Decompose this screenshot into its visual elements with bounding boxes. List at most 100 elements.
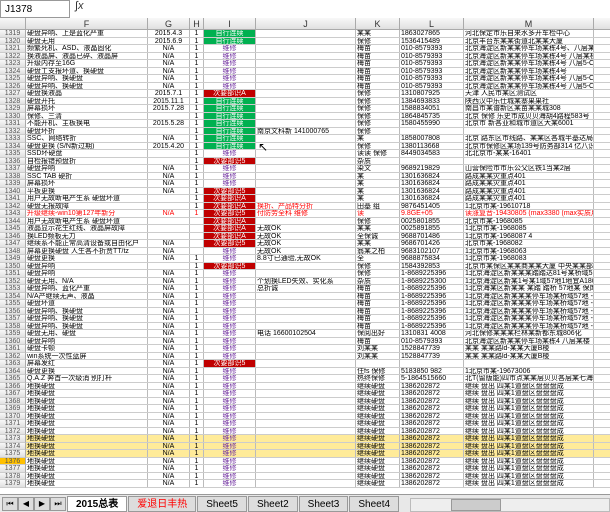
cell[interactable] (256, 360, 356, 367)
cell[interactable]: 升级内存至16G (26, 60, 148, 67)
cell[interactable]: 路成某某灾重点401 (464, 188, 594, 195)
cell[interactable]: 1310831 4008 (400, 330, 464, 337)
cell[interactable]: N/A产继续无声、液晶 (26, 293, 148, 300)
cell[interactable]: 维修 (204, 480, 256, 487)
cell[interactable]: 9.8GE+05 (400, 210, 464, 217)
cell[interactable]: 维修 (204, 345, 256, 352)
cell[interactable] (256, 180, 356, 187)
cell[interactable]: 硬盘异响、上是蓝化严重 (26, 30, 148, 37)
cell[interactable]: 梅苗 (356, 45, 400, 52)
cell[interactable]: N/A (148, 435, 190, 442)
cell[interactable]: 地换硬盘 (26, 458, 148, 465)
cell[interactable] (190, 248, 204, 255)
cell[interactable]: 继续 盘出 四某1道盘区盘盘盘成 (464, 450, 594, 457)
cell[interactable]: 换LED频板无力 (26, 233, 148, 240)
col-header-F[interactable]: F (26, 18, 148, 29)
cell[interactable]: 1北京市某-19673006 (464, 368, 594, 375)
cell[interactable] (256, 345, 356, 352)
cell[interactable]: 地换硬盘 (26, 390, 148, 397)
cell[interactable]: 维修 (204, 75, 256, 82)
cell[interactable] (256, 113, 356, 120)
cell[interactable]: 9686701426 (400, 240, 464, 247)
cell[interactable] (256, 135, 356, 142)
cell[interactable] (464, 158, 594, 165)
cell[interactable]: 1北京海淀区新某某某停车场某桥域57地 ---1至 (464, 308, 594, 315)
cell[interactable]: 010-8579393 (400, 68, 464, 75)
cell[interactable]: 继续 盘出 四某1道盘区盘盘盘成 (464, 398, 594, 405)
row-header[interactable]: 1365 (0, 375, 26, 383)
cell[interactable] (256, 38, 356, 45)
cell[interactable]: N/A (148, 53, 190, 60)
row-header[interactable]: 1366 (0, 383, 26, 391)
cell[interactable]: 硬盘坏道 (26, 300, 148, 307)
cell[interactable]: 无故OK (256, 240, 356, 247)
cell[interactable]: N/A (148, 210, 190, 217)
cell[interactable]: N/A (148, 270, 190, 277)
cell[interactable] (256, 60, 356, 67)
cell[interactable]: 地换硬盘 (26, 420, 148, 427)
cell[interactable]: 维修 (204, 383, 256, 390)
cell[interactable]: 次要部识5 (204, 158, 256, 165)
cell[interactable]: 2015.7.1 (148, 90, 190, 97)
cell[interactable]: 1 (190, 473, 204, 480)
cell[interactable] (190, 240, 204, 247)
cell[interactable]: 1北京市某-1968087 4 (464, 233, 594, 240)
cell[interactable]: 硬盘工支报坏道、换硬盘 (26, 68, 148, 75)
cell[interactable]: 1-8689225396 (400, 315, 464, 322)
cell[interactable]: 次要部识5 (204, 240, 256, 247)
cell[interactable]: N/A (148, 323, 190, 330)
cell[interactable]: 维修 (204, 368, 256, 375)
cell[interactable]: 硬盘异响、蓝化严重 (26, 285, 148, 292)
cell[interactable]: 硬盘无用、N/A (26, 278, 148, 285)
cell[interactable]: 个划换LED失效、实化系 (256, 278, 356, 285)
cell[interactable]: N/A (148, 285, 190, 292)
row-header[interactable]: 1361 (0, 345, 26, 353)
cell[interactable]: N/A (148, 360, 190, 367)
cell[interactable]: N/A (148, 458, 190, 465)
cell[interactable] (256, 413, 356, 420)
cell[interactable]: 1580455990 (400, 120, 464, 127)
cell[interactable]: 1386202872 (400, 413, 464, 420)
cell[interactable]: 8.8寸已通验,无故OK (256, 255, 356, 262)
cell[interactable]: 硬盘异响、换硬盘 (26, 323, 148, 330)
cell[interactable] (256, 315, 356, 322)
cell[interactable]: 继续 盘出 四某1道盘区盘盘盘成 (464, 390, 594, 397)
cell[interactable]: N/A (148, 383, 190, 390)
cell[interactable] (256, 383, 356, 390)
cell[interactable]: Q.A.Z 奔首一次级消 别打杆 (26, 375, 148, 382)
cell[interactable]: 北北京市-某某-16401 (464, 150, 594, 157)
cell[interactable]: 1北京市某-1968063 (464, 248, 594, 255)
cell[interactable]: 地换硬盘 (26, 383, 148, 390)
nav-prev-icon[interactable]: ◀ (18, 497, 34, 511)
cell[interactable]: 继续硬盘 (356, 473, 400, 480)
cell[interactable] (256, 458, 356, 465)
cell[interactable] (400, 128, 464, 135)
cell[interactable]: 1528847739 (400, 353, 464, 360)
cell[interactable]: 读读 保修 (356, 150, 400, 157)
nav-next-icon[interactable]: ▶ (34, 497, 50, 511)
row-header[interactable]: 1343 (0, 210, 26, 218)
nav-first-icon[interactable]: ⏮ (2, 497, 18, 511)
row-header[interactable]: 1341 (0, 195, 26, 203)
cell[interactable]: 维修 (204, 173, 256, 180)
row-header[interactable]: 1358 (0, 323, 26, 331)
cell[interactable]: 自行连续 (204, 135, 256, 142)
row-header[interactable]: 1323 (0, 60, 26, 68)
cell[interactable]: 1-8689225300 (400, 278, 464, 285)
cell[interactable]: 硬盘开托 (26, 98, 148, 105)
cell[interactable]: 北京海淀区新某某停车场某栋4号 八层5-C6 (464, 75, 594, 82)
cell[interactable]: N/A (148, 135, 190, 142)
cell[interactable]: 自行连续 (204, 120, 256, 127)
cell[interactable] (256, 263, 356, 270)
cell[interactable]: 南京文科新 141000765 (256, 128, 356, 135)
cell[interactable]: 某 (356, 195, 400, 202)
cell[interactable]: 5-1864515660 (400, 375, 464, 382)
row-header[interactable]: 1337 (0, 165, 26, 173)
cell[interactable]: 继续 盘出 四某1道盘区盘盘盘成 (464, 465, 594, 472)
cell[interactable]: 1386202872 (400, 420, 464, 427)
cell[interactable]: 继续 盘出 四某1道盘区盘盘盘成 (464, 383, 594, 390)
cell[interactable]: 用户无故断电产生系 硬盘坏道 (26, 195, 148, 202)
row-header[interactable]: 1359 (0, 330, 26, 338)
cell[interactable]: 1北京海淀区新某某某停车场某桥域57地 ---1至 (464, 315, 594, 322)
cell[interactable]: 地换硬盘 (26, 480, 148, 487)
